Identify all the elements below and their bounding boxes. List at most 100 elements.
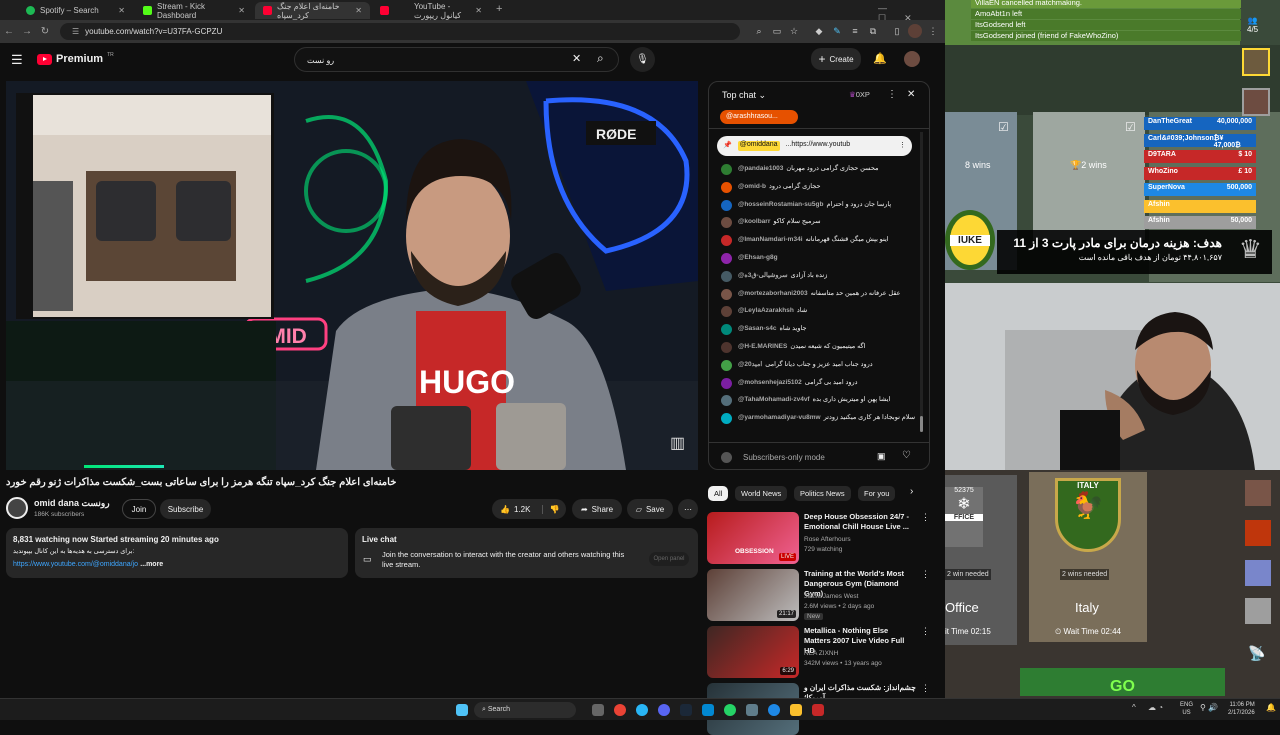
site-info-icon[interactable]: ☰: [72, 27, 79, 36]
start-windows-icon[interactable]: [456, 704, 468, 716]
extension-icon[interactable]: ◆: [812, 24, 826, 38]
app-icon[interactable]: [768, 704, 780, 716]
chat-message[interactable]: @mohsenhejazi5102 درود امید بی گرامی: [721, 377, 917, 389]
tray-icons[interactable]: ☁ ◔: [1148, 703, 1163, 712]
video-thumbnail[interactable]: OBSESSION LIVE: [707, 512, 799, 564]
super-chat-icon[interactable]: ▣: [877, 451, 886, 462]
chat-message[interactable]: @امید20 درود جناب امید عزیز و جناب دیانا …: [721, 359, 917, 371]
tray-chevron-icon[interactable]: ^: [1132, 703, 1136, 712]
filter-chip[interactable]: Politics News: [794, 486, 851, 501]
subscribe-button[interactable]: Subscribe: [160, 499, 211, 519]
pinned-supporter-chip[interactable]: @arashhrasou...: [720, 110, 798, 124]
like-button[interactable]: 👍 1.2K: [500, 505, 530, 514]
url-input[interactable]: ☰ youtube.com/watch?v=U37FA-GCPZU: [60, 23, 740, 40]
more-vertical-icon[interactable]: ⋮: [921, 569, 930, 580]
bookmark-star-icon[interactable]: ☆: [787, 24, 801, 38]
chevron-right-icon[interactable]: ›: [910, 486, 913, 497]
cast-icon[interactable]: ▭: [770, 24, 784, 38]
heart-icon[interactable]: ♡: [902, 450, 911, 461]
tab-kick[interactable]: Stream - Kick Dashboard ✕: [135, 2, 253, 20]
close-tab-icon[interactable]: ✕: [355, 6, 362, 15]
menu-hamburger-icon[interactable]: ☰: [11, 52, 23, 68]
zoom-icon[interactable]: ⌕: [752, 24, 766, 38]
notifications-bell-icon[interactable]: 🔔: [873, 52, 887, 65]
app-icon[interactable]: [746, 704, 758, 716]
chat-message[interactable]: @koolbarr سرمیج سلام کاکو: [721, 217, 917, 229]
recommended-video[interactable]: OBSESSION LIVE Deep House Obsession 24/7 -…: [707, 512, 930, 564]
channel-name[interactable]: omid dana رونست: [34, 498, 110, 509]
search-icon[interactable]: ⌕: [597, 51, 604, 66]
folder-icon[interactable]: [790, 704, 802, 716]
explorer-icon[interactable]: [702, 704, 714, 716]
chat-message[interactable]: @LeylaAzarakhsh شاد: [721, 306, 917, 318]
top-chat-dropdown[interactable]: Top chat ⌄: [722, 90, 766, 101]
filter-chip[interactable]: For you: [858, 486, 896, 501]
join-button[interactable]: Join: [122, 499, 156, 519]
network-volume-icons[interactable]: ⚲ 🔊: [1200, 703, 1218, 712]
chat-scrollbar[interactable]: [920, 132, 923, 432]
show-more-link[interactable]: ...more: [140, 561, 163, 568]
more-actions-button[interactable]: ⋯: [678, 499, 698, 519]
chat-message[interactable]: @omid-b حجازی گرامی درود: [721, 181, 917, 193]
chat-menu-icon[interactable]: ⋮: [887, 89, 897, 100]
recommended-video[interactable]: 21:17 Training at the World's Most Danger…: [707, 569, 930, 621]
chat-message[interactable]: @hosseinRostamian-su5gb پارسا جان درود و …: [721, 199, 917, 211]
clear-search-icon[interactable]: ✕: [572, 52, 581, 65]
extension-icon[interactable]: ≡: [848, 24, 862, 38]
browser-menu-icon[interactable]: ⋮: [926, 24, 940, 38]
clock[interactable]: 11:06 PM 2/17/2026: [1228, 701, 1255, 717]
more-vertical-icon[interactable]: ⋮: [921, 626, 930, 637]
chat-message[interactable]: @سروشیالی-ق3ه زنده باد آزادی: [721, 270, 917, 282]
chat-message[interactable]: @H-E.MARINES اگه میتیمیون که شیعه نمیدن: [721, 342, 917, 353]
close-chat-icon[interactable]: ✕: [907, 89, 915, 100]
whatsapp-icon[interactable]: [724, 704, 736, 716]
notification-icon[interactable]: 🔔: [1266, 703, 1276, 712]
filter-chip[interactable]: All: [708, 486, 729, 501]
close-tab-icon[interactable]: ✕: [475, 6, 482, 15]
channel-avatar[interactable]: [6, 497, 28, 519]
recommended-video[interactable]: چشم‌انداز: شکست مذاکرات ایران و آمریکا؛⋮: [707, 683, 930, 735]
close-tab-icon[interactable]: ✕: [118, 6, 125, 15]
close-tab-icon[interactable]: ✕: [238, 6, 245, 15]
save-button[interactable]: ▱ Save: [627, 499, 673, 519]
create-button[interactable]: + Create: [811, 48, 861, 70]
steam-icon[interactable]: [680, 704, 692, 716]
filter-chip[interactable]: World News: [735, 486, 788, 501]
app-icon[interactable]: [812, 704, 824, 716]
chat-message[interactable]: @Ehsan-g8g: [721, 253, 917, 264]
tab-spotify[interactable]: Spotify – Search ✕: [18, 2, 133, 19]
description-link[interactable]: https://www.youtube.com/@omiddana/jo: [13, 561, 138, 568]
open-panel-button[interactable]: Open panel: [649, 552, 689, 566]
reload-icon[interactable]: ↻: [36, 26, 54, 37]
dislike-button[interactable]: 👎: [542, 504, 559, 514]
description-box[interactable]: 8,831 watching now Started streaming 20 …: [6, 528, 348, 578]
telegram-icon[interactable]: [636, 704, 648, 716]
more-vertical-icon[interactable]: ⋮: [899, 141, 906, 151]
recommended-video[interactable]: 6:29 Metallica - Nothing Else Matters 200…: [707, 626, 930, 678]
chat-message[interactable]: @pandaie1003 محسن حجازی گرامی درود مهربان: [721, 164, 917, 175]
back-icon[interactable]: ←: [0, 26, 18, 37]
more-vertical-icon[interactable]: ⋮: [921, 512, 930, 523]
tab-youtube-2[interactable]: YouTube - کیانول ریپورت ✕: [372, 2, 490, 20]
extension-icon[interactable]: ✎: [830, 24, 844, 38]
taskbar-search[interactable]: ⌕ Search: [474, 702, 576, 718]
task-view-icon[interactable]: [592, 704, 604, 716]
chat-message[interactable]: @TahaMohamadi-zv4vf ایشا پهن او میتریش دا…: [721, 395, 917, 407]
xp-badge[interactable]: ♛0XP: [849, 90, 870, 99]
chrome-icon[interactable]: [614, 704, 626, 716]
search-input[interactable]: رو نست: [294, 47, 619, 72]
account-avatar[interactable]: [904, 51, 920, 67]
video-thumbnail[interactable]: 21:17: [707, 569, 799, 621]
youtube-logo[interactable]: Premium TR: [37, 52, 114, 65]
extensions-puzzle-icon[interactable]: ⧉: [866, 24, 880, 38]
profile-avatar[interactable]: [908, 24, 922, 38]
chat-message[interactable]: @yarmohamadiyar-vu8mw سلام نوبجادا هر کار…: [721, 413, 917, 425]
pinned-message[interactable]: 📌 @omiddana ...https://www.youtub ⋮: [717, 136, 912, 156]
chat-message[interactable]: @mortezaborhani2003 عقل عرفانه در همین حد…: [721, 288, 917, 300]
discord-icon[interactable]: [658, 704, 670, 716]
forward-icon[interactable]: →: [18, 26, 36, 37]
more-vertical-icon[interactable]: ⋮: [921, 683, 930, 694]
new-tab-button[interactable]: +: [496, 3, 502, 15]
input-language[interactable]: ENG US: [1180, 701, 1193, 717]
sidebar-icon[interactable]: ▯: [890, 24, 904, 38]
